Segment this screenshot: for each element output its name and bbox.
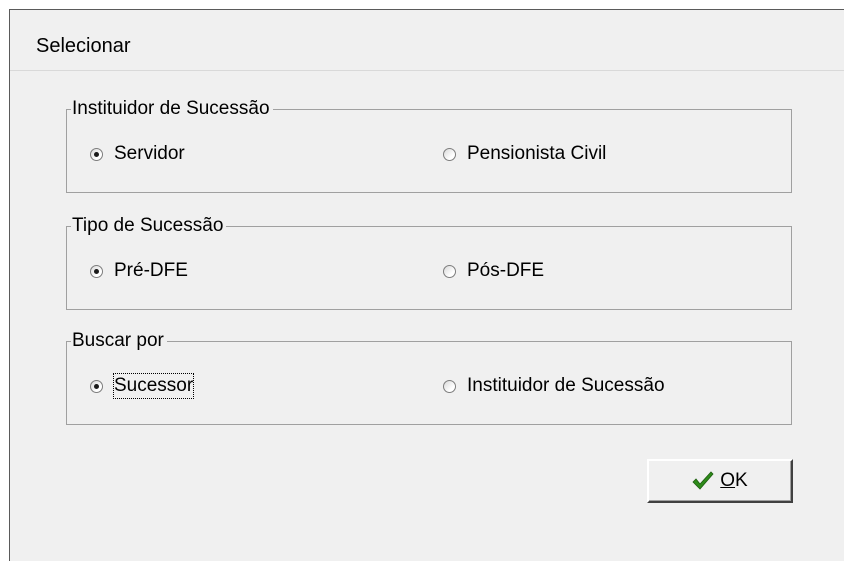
title-bar: Selecionar <box>10 10 844 71</box>
radio-sucessor[interactable]: Sucessor <box>90 373 195 399</box>
ok-button-label: OK <box>720 469 747 493</box>
group-buscar-por: Buscar por Sucessor Instituidor de Suces… <box>66 329 792 425</box>
radio-servidor[interactable]: Servidor <box>90 142 185 166</box>
radio-label-instituidor-de-sucessao[interactable]: Instituidor de Sucessão <box>467 374 665 398</box>
ok-button[interactable]: OK <box>647 459 793 503</box>
group-tipo-de-sucessao: Tipo de Sucessão Pré-DFE Pós-DFE <box>66 214 792 310</box>
ok-accelerator-key: O <box>720 470 736 491</box>
radio-selected-dot <box>94 268 99 274</box>
radio-instituidor-de-sucessao[interactable]: Instituidor de Sucessão <box>443 374 665 398</box>
radio-button-icon[interactable] <box>443 147 456 161</box>
ok-label-rest: K <box>735 470 748 491</box>
radio-button-icon[interactable] <box>443 264 456 278</box>
checkmark-icon <box>692 471 714 490</box>
group-legend-instituidor: Instituidor de Sucessão <box>71 97 273 121</box>
radio-selected-dot <box>94 383 99 389</box>
radio-pensionista-civil[interactable]: Pensionista Civil <box>443 142 606 166</box>
radio-button-icon[interactable] <box>90 379 103 393</box>
group-instituidor-de-sucessao: Instituidor de Sucessão Servidor Pension… <box>66 97 792 193</box>
radio-label-pos-dfe[interactable]: Pós-DFE <box>467 259 544 283</box>
radio-label-pensionista-civil[interactable]: Pensionista Civil <box>467 142 606 166</box>
radio-label-servidor[interactable]: Servidor <box>114 142 185 166</box>
selecionar-dialog: Selecionar Instituidor de Sucessão Servi… <box>9 9 844 561</box>
group-legend-buscar-por: Buscar por <box>71 329 167 353</box>
radio-label-sucessor[interactable]: Sucessor <box>112 373 195 399</box>
radio-label-pre-dfe[interactable]: Pré-DFE <box>114 259 188 283</box>
radio-selected-dot <box>94 151 99 157</box>
radio-button-icon[interactable] <box>90 264 103 278</box>
radio-button-icon[interactable] <box>90 147 103 161</box>
radio-pre-dfe[interactable]: Pré-DFE <box>90 259 188 283</box>
radio-button-icon[interactable] <box>443 379 456 393</box>
radio-pos-dfe[interactable]: Pós-DFE <box>443 259 544 283</box>
group-legend-tipo: Tipo de Sucessão <box>71 214 227 238</box>
window-title: Selecionar <box>36 35 131 57</box>
